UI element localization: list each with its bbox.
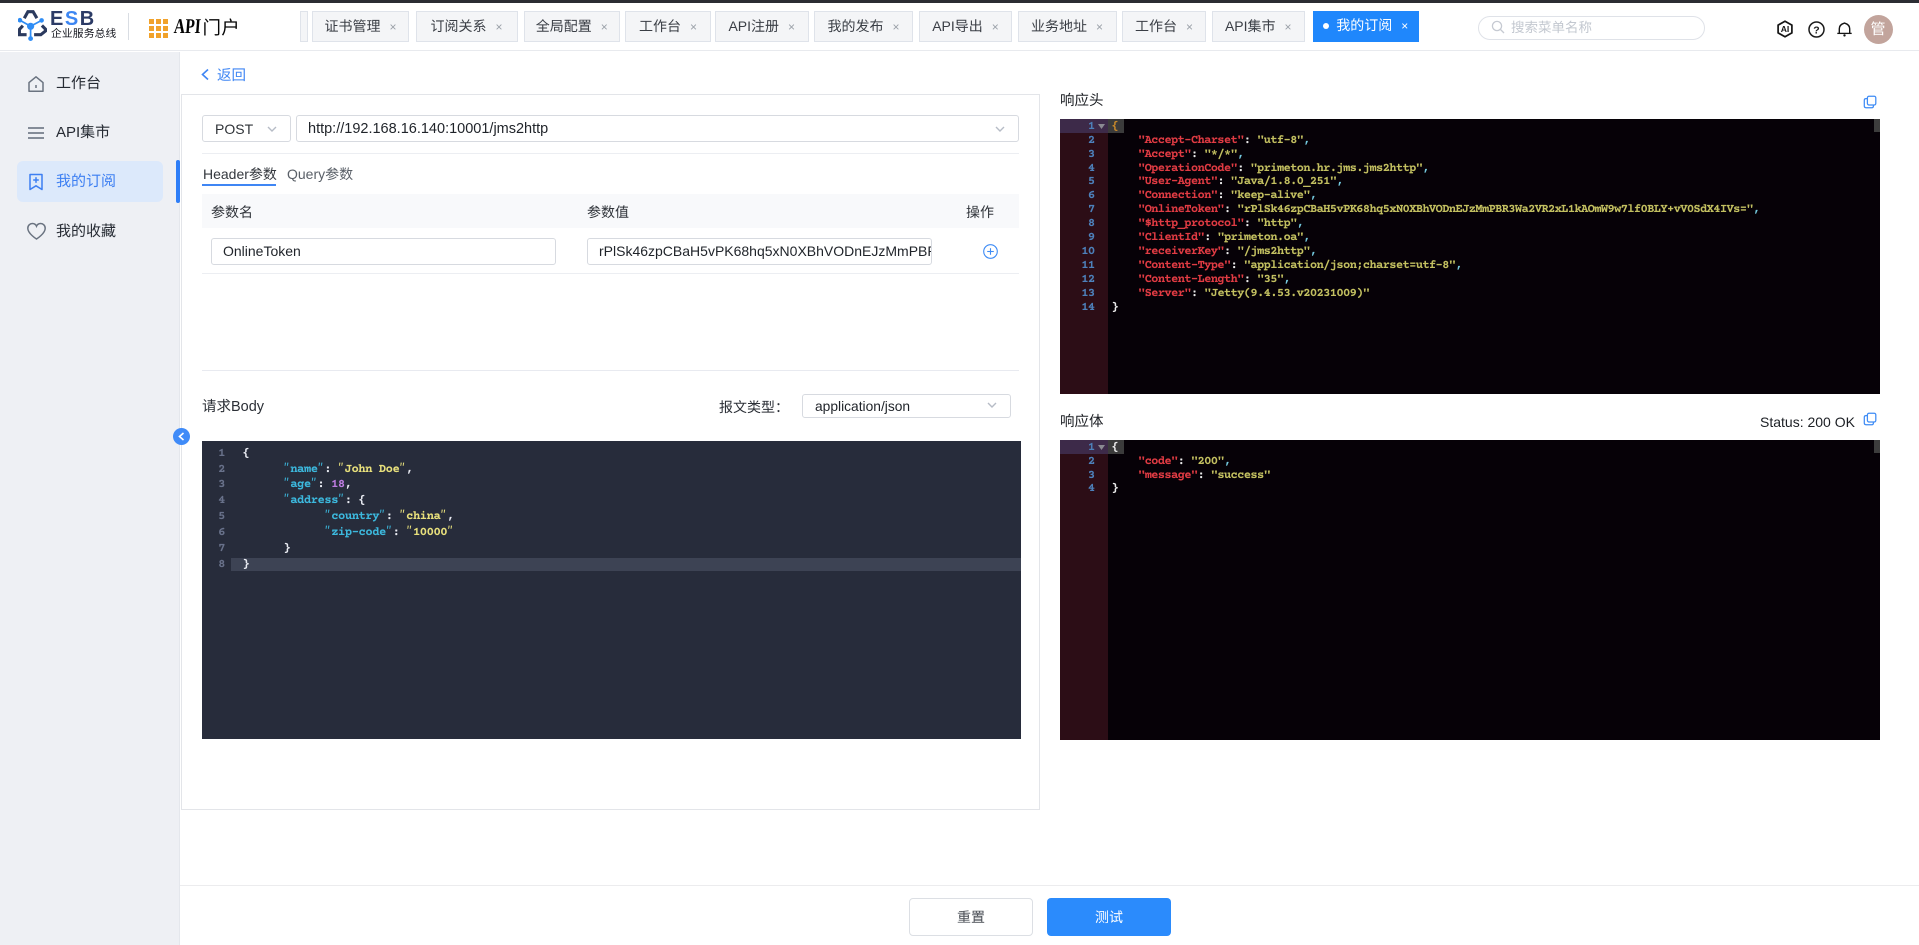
svg-text:?: ? [1813, 24, 1819, 36]
svg-text:AI: AI [1781, 24, 1790, 34]
